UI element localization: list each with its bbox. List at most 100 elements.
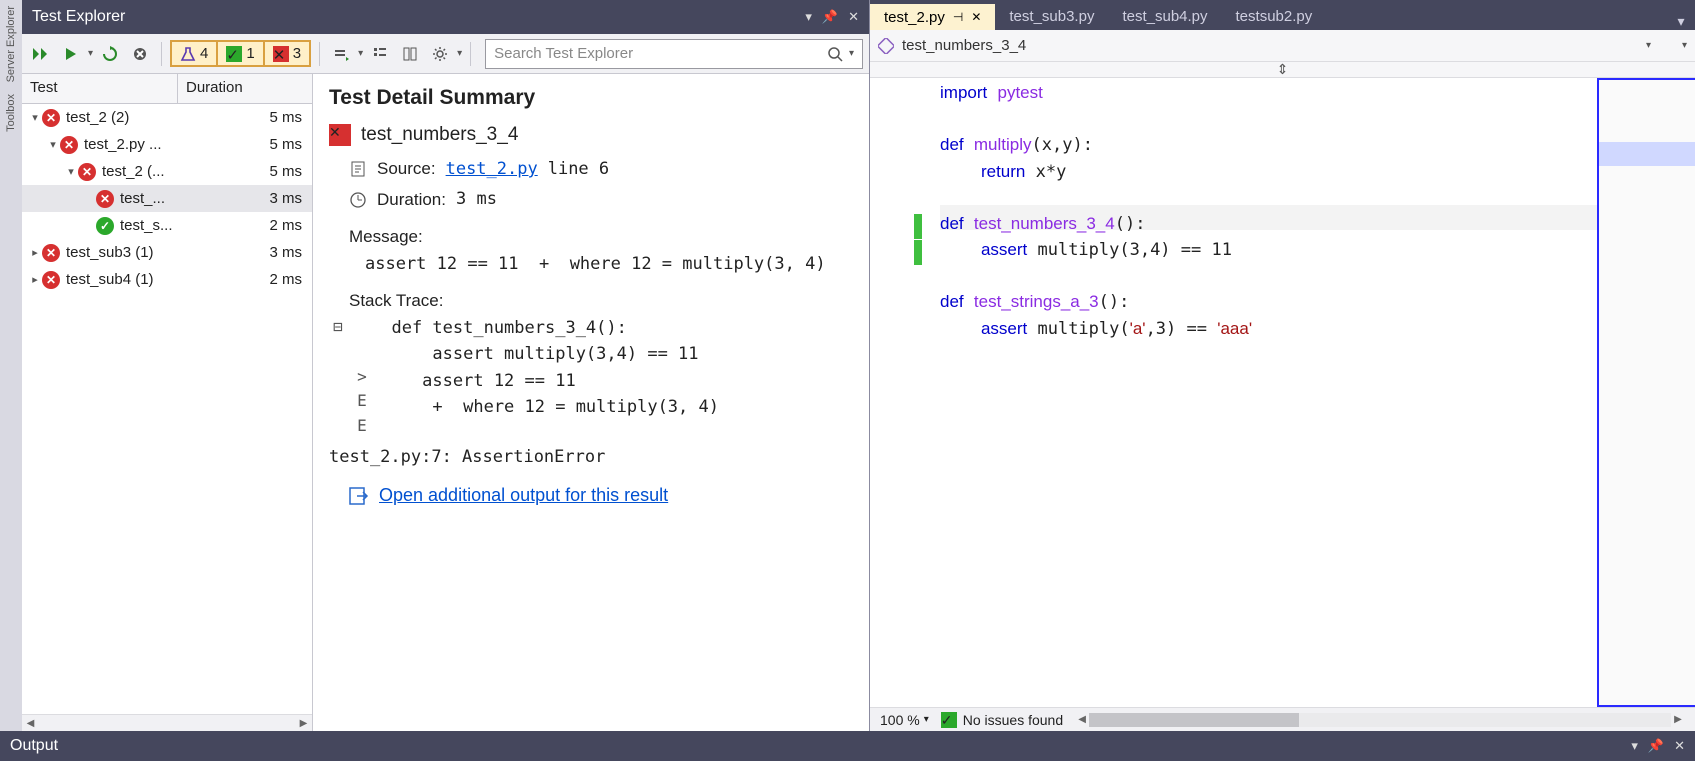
test-tree-row[interactable]: ▾✕test_2.py ...5 ms [22, 131, 312, 158]
expand-icon[interactable]: ▾ [28, 111, 42, 124]
filter-failed[interactable]: ✕ 3 [265, 40, 311, 67]
close-icon[interactable]: ✕ [971, 10, 981, 24]
expand-icon[interactable]: ▾ [64, 165, 78, 178]
stack-body: def test_numbers_3_4(): assert multiply(… [371, 315, 719, 439]
flask-icon [180, 46, 196, 62]
collapse-icon[interactable]: ⊟ [329, 315, 347, 439]
assertion-line: test_2.py:7: AssertionError [329, 447, 853, 467]
vs-side-tabwell[interactable]: Server Explorer Toolbox [0, 0, 22, 731]
search-test-explorer[interactable]: Search Test Explorer ▾ [485, 39, 863, 69]
filter-not-run[interactable]: 4 [170, 40, 218, 67]
test-label: test_s... [120, 217, 248, 234]
pass-icon: ✓ [226, 46, 242, 62]
stack-gutter: > E E [353, 315, 371, 439]
settings-button[interactable] [427, 40, 453, 68]
panel-title-text: Test Explorer [32, 8, 125, 26]
fail-icon: ✕ [60, 136, 78, 154]
detail-test-name: test_numbers_3_4 [361, 124, 518, 146]
fail-icon: ✕ [329, 124, 351, 146]
pin-icon[interactable]: 📌 [1648, 738, 1664, 754]
editor-hscroll[interactable]: ◀▶ [1075, 713, 1685, 727]
test-duration: 2 ms [248, 271, 302, 288]
chevron-down-icon[interactable]: ▾ [849, 48, 854, 59]
fail-icon: ✕ [273, 46, 289, 62]
symbol-dropdown[interactable]: test_numbers_3_4 ▾ [902, 37, 1651, 54]
source-link[interactable]: test_2.py [446, 156, 538, 182]
issues-indicator[interactable]: ✓ No issues found [941, 712, 1063, 728]
col-test[interactable]: Test [22, 74, 178, 103]
test-label: test_sub4 (1) [66, 271, 248, 288]
code-gutter [870, 78, 940, 707]
output-panel-titlebar[interactable]: Output ▾ 📌 ✕ [0, 731, 1695, 761]
fail-icon: ✕ [42, 271, 60, 289]
col-duration[interactable]: Duration [178, 74, 312, 103]
open-output-link[interactable]: Open additional output for this result [379, 485, 668, 506]
test-tree-row[interactable]: ▾✕test_2 (2)5 ms [22, 104, 312, 131]
split-handle[interactable]: ⇕ [870, 62, 1695, 78]
editor-tab[interactable]: test_sub3.py [995, 2, 1108, 30]
member-icon [878, 38, 894, 54]
editor-tabstrip: test_2.py ⊣ ✕test_sub3.pytest_sub4.pytes… [870, 0, 1695, 30]
chevron-down-icon[interactable]: ▾ [88, 48, 93, 59]
code-editor[interactable]: import pytest def multiply(x,y): return … [940, 78, 1597, 707]
expand-icon[interactable]: ▾ [46, 138, 60, 151]
editor-tab[interactable]: test_sub4.py [1108, 2, 1221, 30]
run-button[interactable] [58, 40, 84, 68]
side-tab-toolbox[interactable]: Toolbox [5, 94, 17, 132]
test-tree-row[interactable]: ✓ test_s...2 ms [22, 212, 312, 239]
clear-button[interactable] [127, 40, 153, 68]
test-tree-row[interactable]: ▾✕ test_2 (...5 ms [22, 158, 312, 185]
test-duration: 2 ms [248, 217, 302, 234]
pin-icon[interactable]: ⊣ [953, 10, 963, 24]
test-duration: 5 ms [248, 136, 302, 153]
repeat-button[interactable] [97, 40, 123, 68]
pass-icon: ✓ [96, 217, 114, 235]
columns-button[interactable] [397, 40, 423, 68]
expand-icon[interactable]: ▸ [28, 273, 42, 286]
test-duration: 3 ms [248, 190, 302, 207]
test-tree-column: Test Duration ▾✕test_2 (2)5 ms▾✕test_2.p… [22, 74, 313, 731]
test-detail-pane: Test Detail Summary ✕ test_numbers_3_4 S… [313, 74, 869, 731]
editor-tab[interactable]: test_2.py ⊣ ✕ [870, 2, 995, 30]
close-icon[interactable]: ✕ [1674, 738, 1685, 754]
close-icon[interactable]: ✕ [848, 9, 859, 25]
pin-icon[interactable]: 📌 [822, 9, 838, 25]
fail-icon: ✕ [78, 163, 96, 181]
clock-icon [349, 191, 367, 209]
test-label: test_2 (... [102, 163, 248, 180]
test-duration: 5 ms [248, 109, 302, 126]
expand-icon[interactable]: ▸ [28, 246, 42, 259]
chevron-down-icon: ▾ [1646, 40, 1651, 51]
test-tree-row[interactable]: ▸✕test_sub3 (1)3 ms [22, 239, 312, 266]
fail-icon: ✕ [96, 190, 114, 208]
test-tree-row[interactable]: ✕ test_...3 ms [22, 185, 312, 212]
chevron-down-icon[interactable]: ▾ [457, 48, 462, 59]
code-minimap[interactable] [1597, 78, 1695, 707]
dropdown-icon[interactable]: ▾ [805, 9, 812, 25]
dropdown-icon[interactable]: ▾ [1631, 738, 1638, 754]
run-all-button[interactable] [28, 40, 54, 68]
editor-tab[interactable]: testsub2.py [1222, 2, 1327, 30]
side-tab-server-explorer[interactable]: Server Explorer [5, 6, 17, 82]
open-output-icon [349, 487, 369, 505]
tab-overflow-icon[interactable]: ▾ [1667, 13, 1695, 30]
fail-icon: ✕ [42, 244, 60, 262]
source-icon [349, 160, 367, 178]
chevron-down-icon[interactable]: ▾ [358, 48, 363, 59]
editor-status-bar: 100 %▾ ✓ No issues found ◀▶ [870, 707, 1695, 731]
test-filter-group: 4 ✓ 1 ✕ 3 [170, 40, 311, 67]
playlist-button[interactable] [328, 40, 354, 68]
test-label: test_... [120, 190, 248, 207]
chevron-down-icon[interactable]: ▾ [1659, 40, 1687, 51]
test-tree-row[interactable]: ▸✕ test_sub4 (1)2 ms [22, 266, 312, 293]
zoom-level[interactable]: 100 %▾ [880, 712, 929, 728]
filter-passed[interactable]: ✓ 1 [218, 40, 264, 67]
gear-icon [432, 46, 448, 62]
test-duration: 5 ms [248, 163, 302, 180]
editor-nav-bar: test_numbers_3_4 ▾ ▾ [870, 30, 1695, 62]
test-label: test_2 (2) [66, 109, 248, 126]
group-by-button[interactable] [367, 40, 393, 68]
test-explorer-titlebar: Test Explorer ▾ 📌 ✕ [22, 0, 869, 34]
tree-hscroll[interactable]: ◀▶ [22, 714, 312, 731]
test-tree[interactable]: ▾✕test_2 (2)5 ms▾✕test_2.py ...5 ms▾✕tes… [22, 104, 312, 714]
